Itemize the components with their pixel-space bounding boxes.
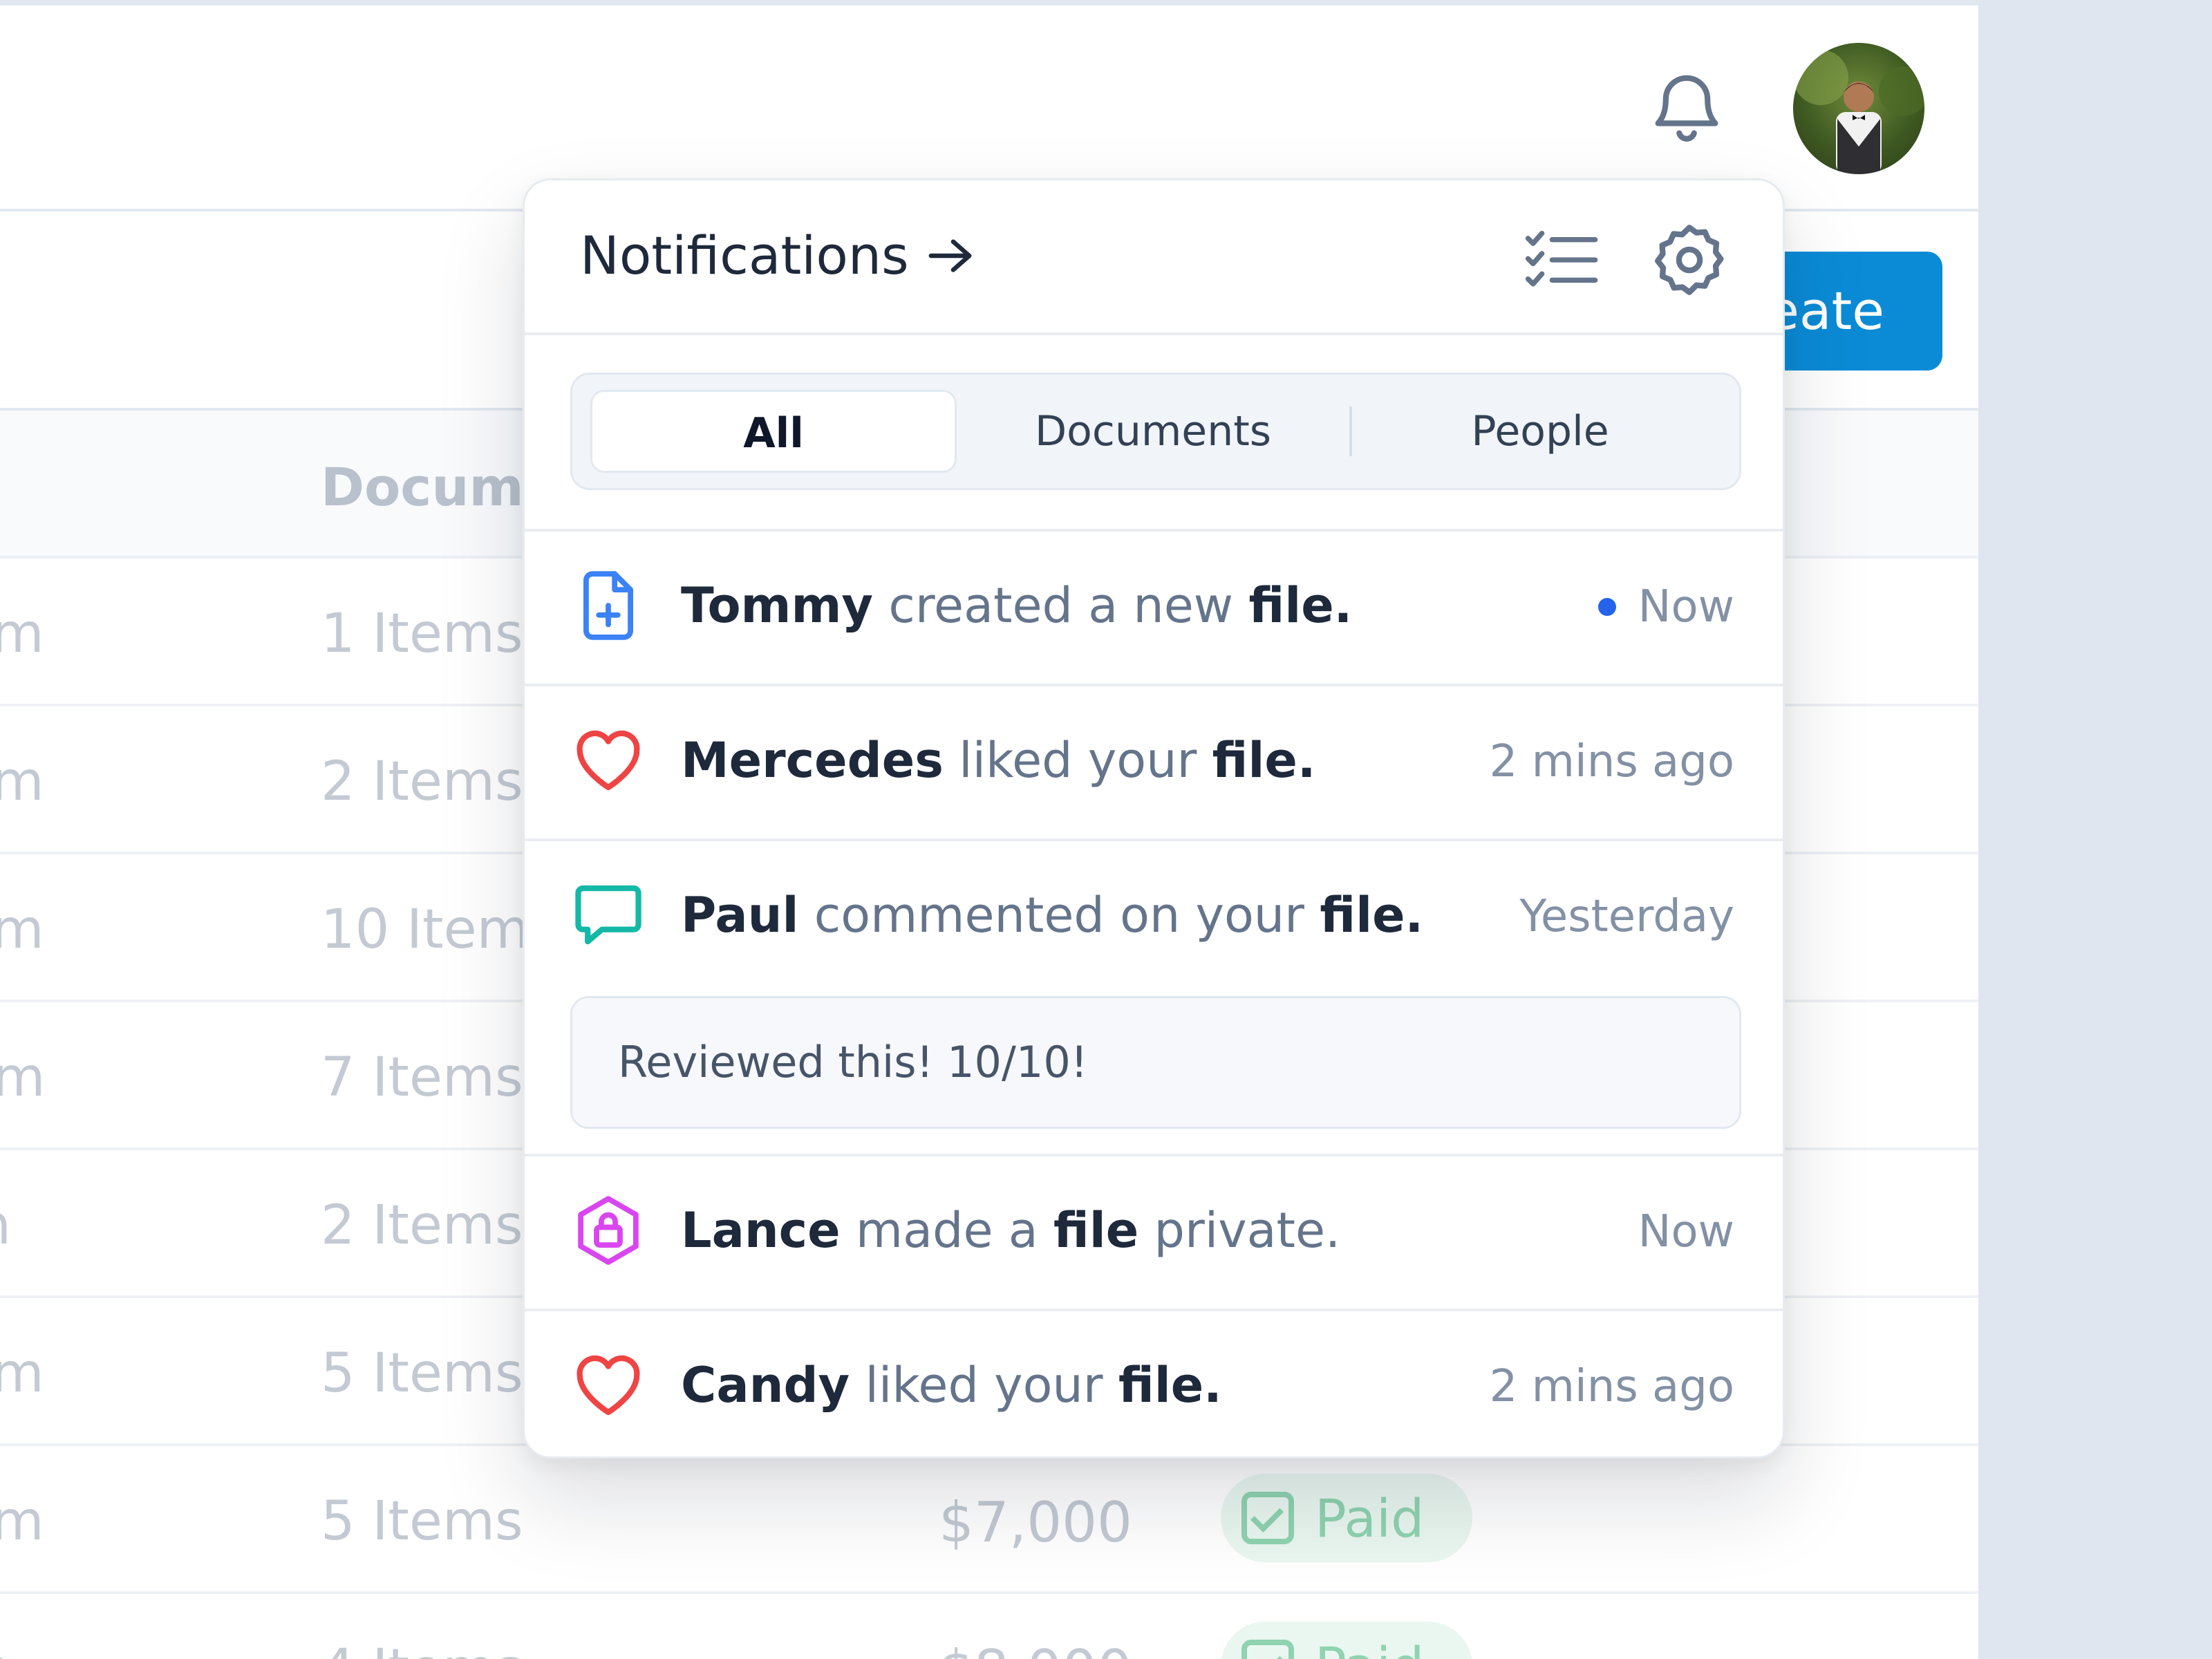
notification-time: 2 mins ago (1489, 736, 1734, 787)
row-items: 5 Items (321, 1342, 523, 1405)
row-time: om (0, 751, 44, 813)
heart-icon (577, 1355, 640, 1416)
row-amount: $7,000 (939, 1490, 1132, 1555)
tab-separator (1349, 406, 1352, 456)
row-time: pm (0, 1047, 46, 1109)
table-row[interactable]: am 5 Items $7,000 Paid (0, 1443, 1978, 1591)
heart-icon (577, 730, 640, 791)
notification-action: liked your (959, 732, 1197, 789)
status-label: Paid (1315, 1635, 1424, 1659)
lock-hexagon-icon (578, 1196, 639, 1265)
comment-preview[interactable]: Reviewed this! 10/10! (570, 996, 1741, 1129)
row-time: am (0, 1490, 44, 1553)
row-time: am (0, 899, 44, 961)
notification-action: created a new (888, 577, 1234, 634)
row-items: 2 Items (321, 1194, 523, 1257)
notifications-title-link[interactable]: Notifications (580, 225, 975, 286)
row-items: 7 Items (321, 1047, 523, 1109)
status-badge: Paid (1221, 1622, 1472, 1659)
notification-actor: Paul (681, 887, 799, 944)
notification-text: Mercedes liked your file. (681, 732, 1315, 789)
top-rule (0, 0, 1978, 6)
status-label: Paid (1315, 1487, 1425, 1549)
notification-time-wrap: Now (1638, 1206, 1734, 1257)
notification-object: file (1053, 1202, 1139, 1259)
notifications-title: Notifications (580, 225, 909, 286)
notification-text: Candy liked your file. (681, 1357, 1222, 1414)
check-icon (1241, 1640, 1294, 1659)
notification-item[interactable]: Candy liked your file. 2 mins ago (525, 1309, 1783, 1456)
notification-item[interactable]: Paul commented on your file. Yesterday R… (525, 838, 1783, 1154)
table-row[interactable]: m 4 Items $8,000 Paid (0, 1591, 1978, 1659)
notification-item[interactable]: Lance made a file private. Now (525, 1154, 1783, 1309)
row-items: 1 Items (321, 603, 523, 665)
notification-time: Yesterday (1519, 891, 1734, 942)
row-time: m (0, 1194, 11, 1257)
row-time: om (0, 1342, 44, 1405)
notification-action: liked your (865, 1357, 1103, 1414)
row-items: 2 Items (321, 751, 523, 813)
row-items: 10 Items (321, 899, 558, 961)
notification-object: file. (1248, 577, 1353, 634)
notification-item[interactable]: Mercedes liked your file. 2 mins ago (525, 684, 1783, 838)
status-badge: Paid (1221, 1474, 1472, 1562)
notification-object: file. (1212, 732, 1316, 789)
notification-object: file. (1320, 887, 1424, 944)
check-icon (1241, 1492, 1294, 1544)
notifications-header: Notifications (525, 180, 1783, 335)
row-time: m (0, 1638, 11, 1659)
notification-time: Now (1638, 1206, 1734, 1257)
notification-text: Tommy created a new file. (681, 577, 1352, 634)
tab-documents[interactable]: Documents (959, 390, 1347, 473)
notification-time: 2 mins ago (1489, 1361, 1734, 1412)
notification-actor: Tommy (681, 577, 874, 634)
row-time: om (0, 603, 44, 665)
row-items: 4 Items (321, 1638, 523, 1659)
notification-action: commented on your (814, 887, 1304, 944)
notification-filter-tabs: All Documents People (570, 373, 1741, 490)
notification-text: Paul commented on your file. (681, 887, 1423, 944)
row-amount: $8,000 (939, 1638, 1132, 1659)
notification-actor: Candy (681, 1357, 850, 1414)
unread-indicator (1597, 598, 1616, 616)
notification-actor: Mercedes (681, 732, 944, 789)
notification-actor: Lance (681, 1202, 841, 1259)
avatar[interactable] (1793, 43, 1924, 174)
notification-object: file. (1118, 1357, 1222, 1414)
notification-time-wrap: Now (1597, 581, 1734, 632)
tab-people[interactable]: People (1353, 390, 1727, 473)
tab-all[interactable]: All (590, 390, 957, 473)
notification-time: Now (1638, 581, 1734, 632)
notification-action-suffix: private. (1154, 1202, 1341, 1259)
notification-time-wrap: 2 mins ago (1490, 1361, 1734, 1412)
notification-text: Lance made a file private. (681, 1202, 1340, 1259)
bell-icon[interactable] (1651, 69, 1723, 147)
comment-icon (575, 885, 641, 945)
mark-all-read-icon[interactable] (1524, 229, 1600, 291)
row-items: 5 Items (321, 1490, 523, 1553)
notification-action: made a (855, 1202, 1038, 1259)
notification-time-wrap: 2 mins ago (1490, 736, 1734, 787)
notification-time-wrap: Yesterday (1519, 891, 1734, 942)
arrow-right-icon (928, 238, 972, 272)
notification-item[interactable]: Tommy created a new file. Now (525, 529, 1783, 684)
notifications-popover: Notifications All Documents People Tommy… (523, 178, 1785, 1459)
file-plus-icon (583, 571, 633, 640)
avatar-photo (1793, 50, 1924, 174)
settings-icon[interactable] (1651, 222, 1727, 298)
